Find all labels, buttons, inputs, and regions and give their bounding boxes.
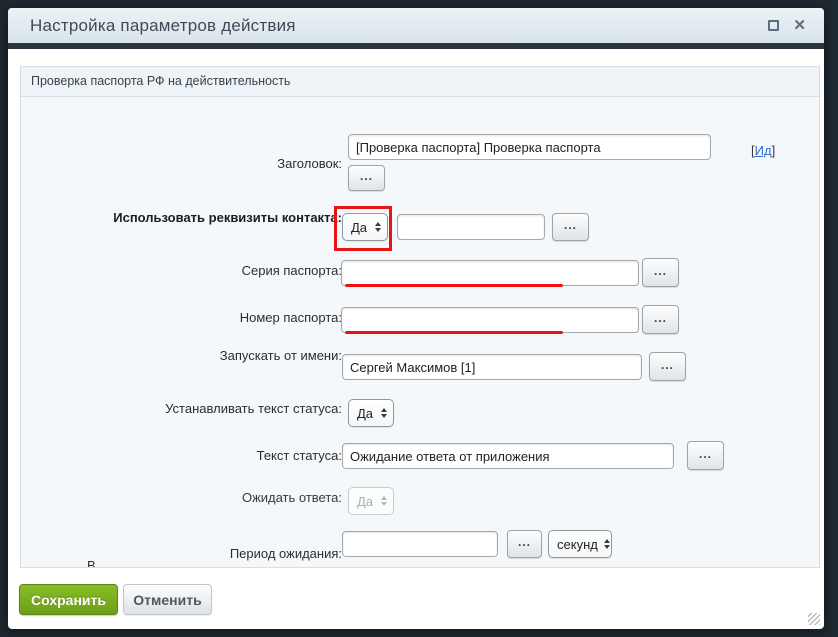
action-settings-dialog: Настройка параметров действия ✕ Проверка…	[8, 8, 824, 629]
wait-reply-label: Ожидать ответа:	[21, 490, 342, 506]
status-text-label: Текст статуса:	[21, 448, 342, 464]
title-input[interactable]	[348, 134, 711, 160]
close-icon[interactable]: ✕	[793, 18, 806, 33]
set-status-text-select[interactable]: Да	[348, 399, 394, 427]
use-contact-input[interactable]	[397, 214, 545, 240]
resize-grip-icon[interactable]	[808, 613, 820, 625]
passport-number-label: Номер паспорта:	[21, 310, 342, 326]
section-header: Проверка паспорта РФ на действительность	[20, 66, 820, 97]
passport-series-more-button[interactable]: ...	[642, 258, 679, 287]
run-as-label: Запускать от имени:	[21, 348, 342, 364]
set-status-text-label: Устанавливать текст статуса:	[21, 401, 342, 417]
wait-period-more-button[interactable]: ...	[507, 530, 542, 558]
window-controls: ✕	[768, 8, 806, 43]
set-status-text-select-value: Да	[357, 406, 373, 421]
id-link-wrap: [Ид]	[751, 143, 775, 158]
status-text-input[interactable]	[342, 443, 674, 469]
cancel-button[interactable]: Отменить	[123, 584, 212, 615]
wait-period-unit-select[interactable]: секунд	[548, 530, 612, 558]
passport-series-label: Серия паспорта:	[21, 263, 342, 279]
title-label: Заголовок:	[21, 156, 342, 172]
status-text-more-button[interactable]: ...	[687, 441, 724, 470]
use-contact-label: Использовать реквизиты контакта:	[21, 210, 342, 226]
dialog-title: Настройка параметров действия	[8, 16, 296, 36]
select-arrows-icon	[381, 496, 387, 506]
clipped-next-row-label: В	[87, 558, 96, 568]
passport-number-more-button[interactable]: ...	[642, 305, 679, 334]
run-as-more-button[interactable]: ...	[649, 352, 686, 381]
select-arrows-icon	[381, 408, 387, 418]
id-link[interactable]: Ид	[755, 143, 772, 158]
id-link-bracket-close: ]	[772, 143, 776, 158]
select-arrows-icon	[604, 539, 610, 549]
dialog-titlebar: Настройка параметров действия ✕	[8, 8, 824, 49]
use-contact-select[interactable]: Да	[342, 213, 388, 241]
passport-series-input[interactable]	[341, 260, 639, 286]
use-contact-more-button[interactable]: ...	[552, 213, 589, 241]
use-contact-select-value: Да	[351, 220, 367, 235]
wait-period-input[interactable]	[342, 531, 498, 557]
wait-reply-select-disabled: Да	[348, 487, 394, 515]
maximize-icon[interactable]	[768, 20, 779, 31]
wait-period-label: Период ожидания:	[21, 546, 342, 562]
select-arrows-icon	[375, 222, 381, 232]
passport-number-input[interactable]	[341, 307, 639, 333]
wait-reply-select-value: Да	[357, 494, 373, 509]
title-more-button[interactable]: ...	[348, 165, 385, 191]
wait-period-unit-value: секунд	[557, 537, 598, 552]
save-button[interactable]: Сохранить	[19, 584, 118, 615]
form-panel: Заголовок: ... [Ид] Использовать реквизи…	[20, 97, 820, 568]
run-as-input[interactable]	[342, 354, 642, 380]
